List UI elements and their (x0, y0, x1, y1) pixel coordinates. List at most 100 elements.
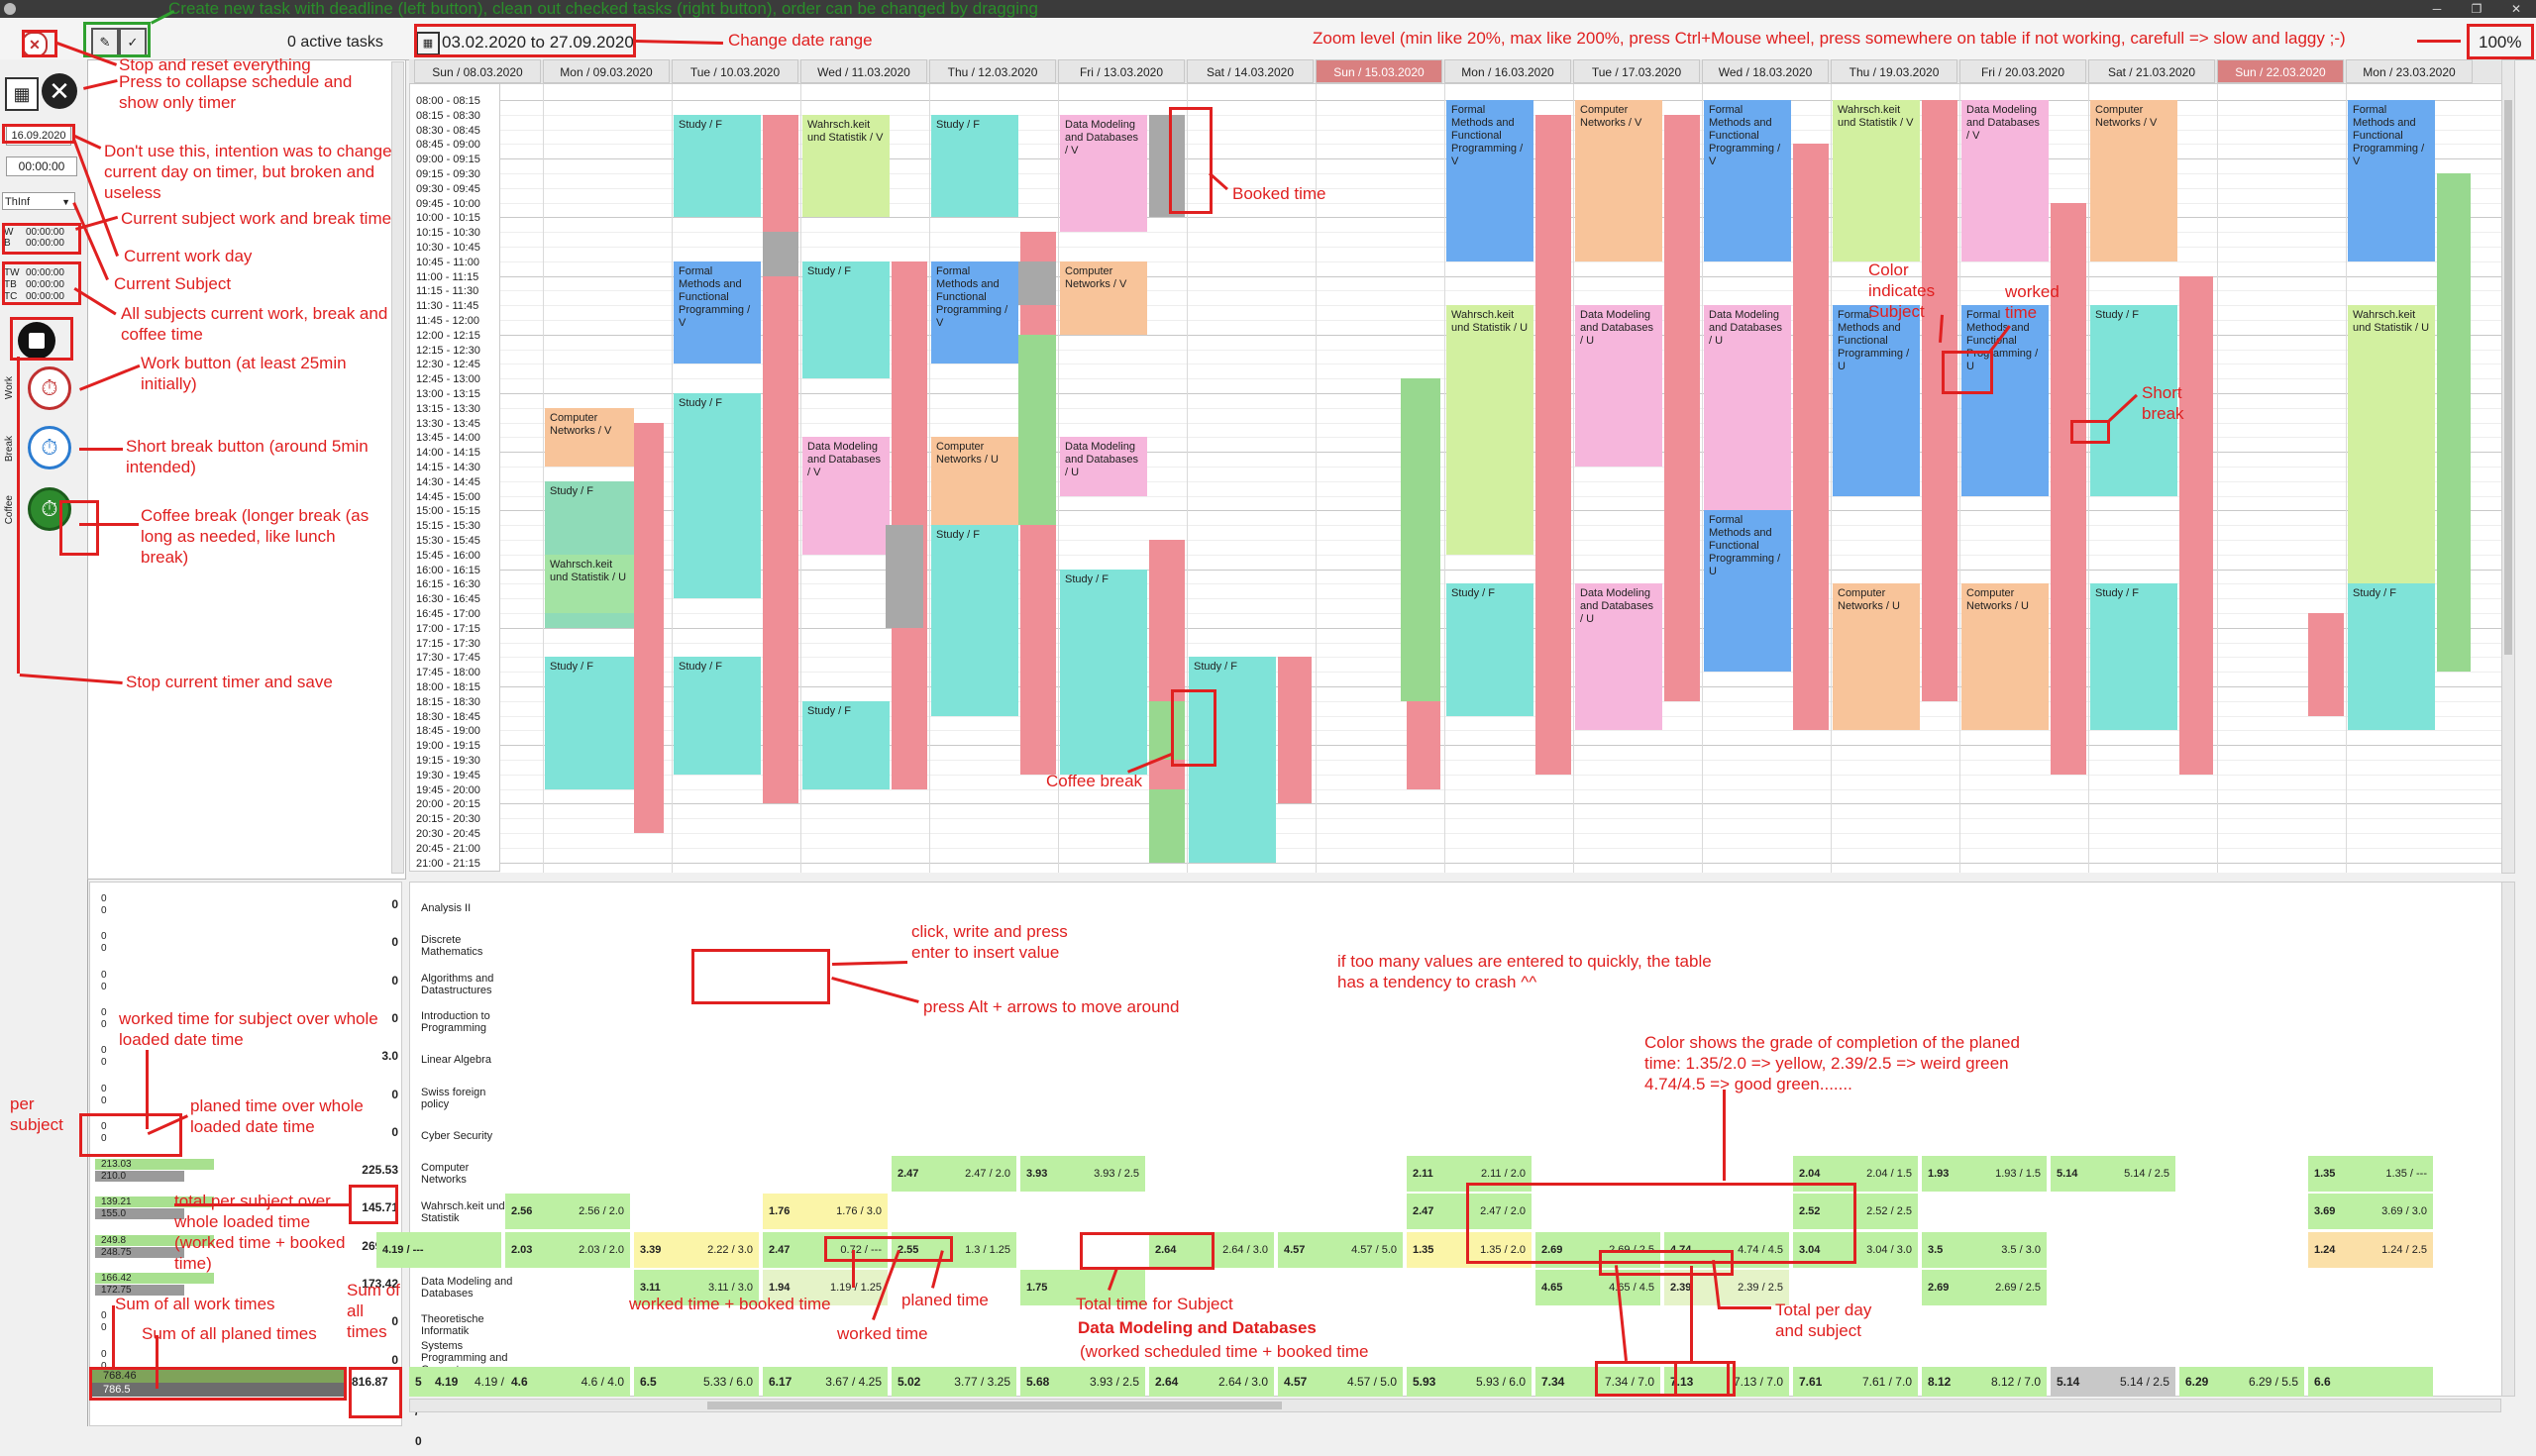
daily-total-cell[interactable]: 5 / 0 (409, 1367, 429, 1448)
day-header[interactable]: Fri / 13.03.2020 (1058, 59, 1185, 83)
close-window-icon[interactable]: ✕ (2496, 0, 2536, 18)
table-cell[interactable]: 1.24 1.24 / 2.5 (2308, 1231, 2433, 1268)
scheduled-block[interactable]: Study / F (674, 657, 761, 775)
daily-total-cell[interactable]: 4.57 4.57 / 5.0 (1278, 1367, 1403, 1397)
day-header[interactable]: Sun / 22.03.2020 (2217, 59, 2344, 83)
daily-total-cell[interactable]: 6.6 (2308, 1367, 2433, 1397)
maximize-icon[interactable]: ❐ (2457, 0, 2496, 18)
schedule-grid[interactable]: Computer Networks / V Study / F Wahrsch.ke… (500, 83, 2501, 873)
scheduled-block[interactable]: Wahrsch.keit und Statistik / V (802, 114, 890, 218)
scheduled-block[interactable]: Formal Methods and Functional Programmin… (1833, 305, 1920, 496)
scheduled-block[interactable]: Study / F (931, 114, 1018, 218)
scheduled-block[interactable]: Data Modeling and Databases / V (1961, 100, 2049, 261)
work-timer-button[interactable]: ⏱ (28, 366, 71, 410)
table-cell[interactable]: 2.03 2.03 / 2.0 (505, 1231, 630, 1268)
scheduled-block[interactable]: Computer Networks / U (1961, 583, 2049, 731)
daily-total-cell[interactable]: 6.29 6.29 / 5.5 (2179, 1367, 2304, 1397)
day-header[interactable]: Mon / 23.03.2020 (2346, 59, 2473, 83)
scheduled-block[interactable]: Study / F (674, 393, 761, 599)
table-cell[interactable]: 1.35 1.35 / --- (2308, 1156, 2433, 1193)
scheduled-block[interactable]: Study / F (2090, 583, 2177, 731)
table-cell[interactable]: 1.93 1.93 / 1.5 (1922, 1156, 2047, 1193)
day-header[interactable]: Tue / 10.03.2020 (672, 59, 798, 83)
subject-select[interactable]: ThInf ▼ (2, 192, 75, 210)
time-bar[interactable] (2437, 173, 2471, 673)
table-cell[interactable]: 2.56 2.56 / 2.0 (505, 1194, 630, 1230)
scheduled-block[interactable]: Computer Networks / V (1575, 100, 1662, 261)
time-bar[interactable] (1664, 114, 1700, 701)
scheduled-block[interactable]: Wahrsch.keit und Statistik / U (545, 554, 634, 613)
table-hscrollbar[interactable] (409, 1399, 2501, 1412)
scheduled-block[interactable]: Data Modeling and Databases / U (1575, 583, 1662, 731)
collapse-schedule-icon[interactable]: ▦ (5, 77, 39, 111)
close-circle-icon[interactable]: ✕ (42, 73, 77, 109)
time-bar[interactable] (634, 422, 664, 833)
scheduled-block[interactable]: Formal Methods and Functional Programmin… (1704, 100, 1791, 261)
time-bar[interactable] (1278, 657, 1312, 804)
scheduled-block[interactable]: Data Modeling and Databases / U (1704, 305, 1791, 526)
table-vscrollbar[interactable] (2501, 882, 2515, 1397)
day-header[interactable]: Wed / 11.03.2020 (800, 59, 927, 83)
day-header[interactable]: Sat / 14.03.2020 (1187, 59, 1314, 83)
scheduled-block[interactable]: Formal Methods and Functional Programmin… (931, 260, 1018, 364)
table-hscroll-thumb[interactable] (707, 1402, 1282, 1409)
daily-total-cell[interactable]: 5.02 3.77 / 3.25 (892, 1367, 1016, 1397)
time-bar[interactable] (1922, 100, 1957, 701)
scheduled-block[interactable]: Formal Methods and Functional Programmin… (1704, 510, 1791, 673)
scheduled-block[interactable]: Formal Methods and Functional Programmin… (674, 260, 761, 364)
scheduled-block[interactable]: Computer Networks / U (1833, 583, 1920, 731)
daily-total-cell[interactable]: 8.12 8.12 / 7.0 (1922, 1367, 2047, 1397)
time-bar[interactable] (886, 525, 923, 628)
time-bar[interactable] (1793, 144, 1829, 731)
table-cell[interactable]: 3.5 3.5 / 3.0 (1922, 1231, 2047, 1268)
day-header[interactable]: Thu / 19.03.2020 (1831, 59, 1957, 83)
table-cell[interactable]: 2.69 2.69 / 2.5 (1922, 1270, 2047, 1305)
scheduled-block[interactable]: Data Modeling and Databases / U (1575, 305, 1662, 467)
scheduled-block[interactable]: Study / F (802, 700, 890, 789)
daily-total-cell[interactable]: 6.5 5.33 / 6.0 (634, 1367, 759, 1397)
time-bar[interactable] (1018, 334, 1056, 526)
scheduled-block[interactable]: Study / F (1446, 583, 1533, 716)
time-bar[interactable] (2179, 275, 2213, 775)
scheduled-block[interactable]: Wahrsch.keit und Statistik / U (2348, 305, 2435, 613)
day-header[interactable]: Mon / 16.03.2020 (1444, 59, 1571, 83)
day-header[interactable]: Mon / 09.03.2020 (543, 59, 670, 83)
short-break-button[interactable]: ⏱ (28, 426, 71, 469)
scheduled-block[interactable]: Study / F (802, 260, 890, 379)
time-bar[interactable] (1149, 788, 1185, 863)
scheduled-block[interactable]: Study / F (1060, 569, 1147, 775)
time-bar[interactable] (1535, 114, 1571, 775)
time-bar[interactable] (1018, 260, 1056, 306)
scheduled-block[interactable]: Data Modeling and Databases / V (1060, 114, 1147, 233)
day-header[interactable]: Fri / 20.03.2020 (1959, 59, 2086, 83)
daily-total-cell[interactable]: 5.93 5.93 / 6.0 (1407, 1367, 1532, 1397)
scheduled-block[interactable]: Data Modeling and Databases / V (802, 437, 890, 555)
scheduled-block[interactable]: Wahrsch.keit und Statistik / V (1833, 100, 1920, 261)
table-cell[interactable]: 4.57 4.57 / 5.0 (1278, 1231, 1403, 1268)
scheduled-block[interactable]: Study / F (545, 657, 634, 789)
table-cell[interactable]: 3.69 3.69 / 3.0 (2308, 1194, 2433, 1230)
table-cell[interactable]: 3.93 3.93 / 2.5 (1020, 1156, 1145, 1193)
time-bar[interactable] (763, 232, 798, 276)
scheduled-block[interactable]: Wahrsch.keit und Statistik / U (1446, 305, 1533, 555)
daily-total-cell[interactable]: 5.68 3.93 / 2.5 (1020, 1367, 1145, 1397)
schedule-vscrollbar[interactable] (2501, 59, 2515, 874)
daily-total-cell[interactable]: 5.14 5.14 / 2.5 (2051, 1367, 2175, 1397)
scheduled-block[interactable]: Computer Networks / V (545, 407, 634, 467)
time-bar[interactable] (2308, 613, 2344, 716)
table-cell[interactable]: 1.76 1.76 / 3.0 (763, 1194, 888, 1230)
scheduled-block[interactable]: Study / F (931, 525, 1018, 716)
time-bar[interactable] (1401, 378, 1440, 701)
minimize-icon[interactable]: ─ (2417, 0, 2457, 18)
table-cell[interactable]: 3.39 2.22 / 3.0 (634, 1231, 759, 1268)
table-cell[interactable]: 4.19 / --- (376, 1231, 501, 1268)
time-bar[interactable] (763, 114, 798, 804)
scheduled-block[interactable]: Computer Networks / V (2090, 100, 2177, 261)
daily-total-cell[interactable]: 4.6 4.6 / 4.0 (505, 1367, 630, 1397)
daily-total-cell[interactable]: 2.64 2.64 / 3.0 (1149, 1367, 1274, 1397)
table-cell[interactable]: 5.14 5.14 / 2.5 (2051, 1156, 2175, 1193)
day-header[interactable]: Sun / 15.03.2020 (1316, 59, 1442, 83)
table-cell[interactable]: 2.47 2.47 / 2.0 (892, 1156, 1016, 1193)
schedule-vscroll-thumb[interactable] (2504, 100, 2512, 655)
day-header[interactable]: Wed / 18.03.2020 (1702, 59, 1829, 83)
